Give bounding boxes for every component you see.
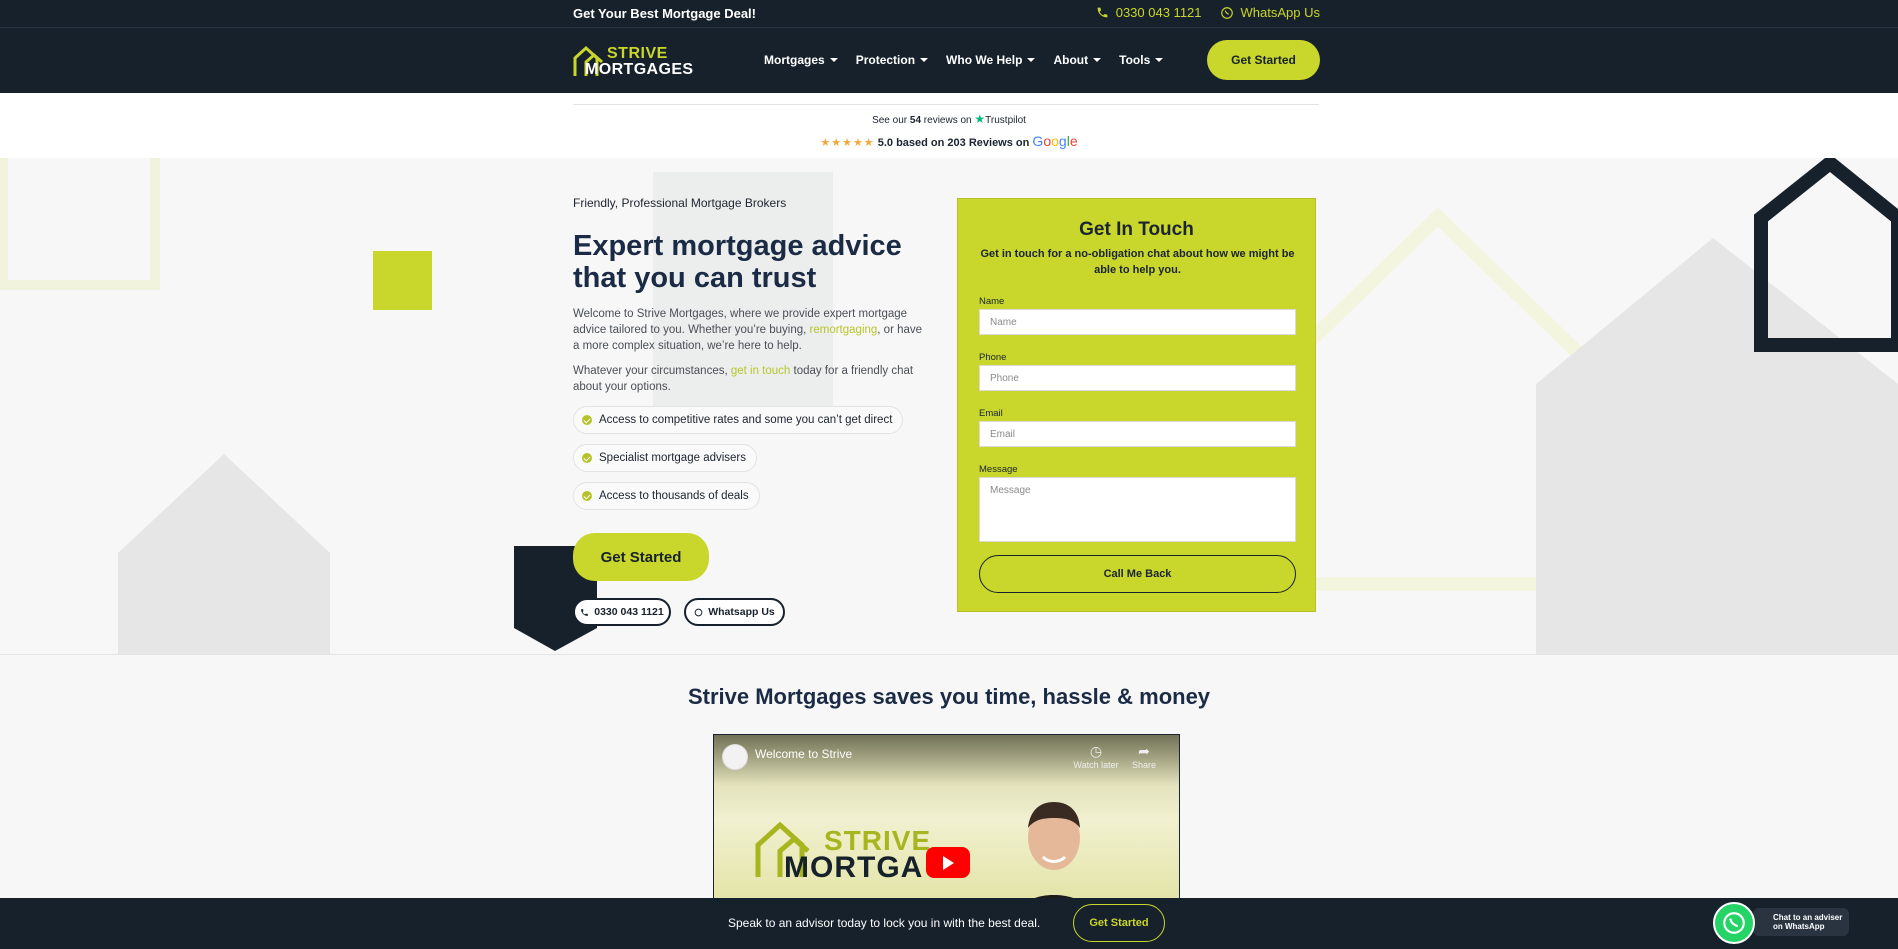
phone-icon	[581, 608, 589, 616]
nav-item-tools[interactable]: Tools	[1119, 53, 1163, 67]
share-button[interactable]: ➦ Share	[1124, 743, 1164, 770]
nav-item-protection[interactable]: Protection	[856, 53, 928, 67]
feature-pill: Access to thousands of deals	[573, 482, 760, 510]
phone-icon	[1097, 7, 1108, 18]
trustpilot-suffix: reviews on	[923, 115, 972, 126]
reviews-strip: See our 54 reviews on ★Trustpilot ★★★★★ …	[0, 93, 1898, 158]
phone-label: Phone	[979, 352, 1007, 363]
hero-contact-text: Whatever your circumstances, get in touc…	[573, 363, 928, 395]
whatsapp-line2: on WhatsApp	[1773, 922, 1825, 931]
watch-later-label: Watch later	[1073, 760, 1119, 770]
top-phone-text: 0330 043 1121	[1115, 5, 1202, 20]
section-title: Strive Mortgages saves you time, hassle …	[687, 684, 1211, 709]
contact-form: Get In Touch Get in touch for a no-oblig…	[957, 198, 1316, 612]
whatsapp-icon	[1220, 6, 1233, 19]
trustpilot-star-icon: ★	[974, 112, 986, 126]
check-icon	[582, 453, 592, 463]
feature-text: Access to competitive rates and some you…	[599, 414, 893, 426]
background-shapes	[0, 158, 1898, 654]
top-bar: Get Your Best Mortgage Deal! 0330 043 11…	[0, 0, 1898, 28]
email-label: Email	[979, 408, 1003, 419]
feature-text: Specialist mortgage advisers	[599, 452, 747, 464]
hero-whatsapp-button[interactable]: Whatsapp Us	[684, 598, 785, 626]
message-textarea[interactable]: Message	[979, 477, 1296, 542]
top-phone-link[interactable]: 0330 043 1121	[1096, 5, 1202, 20]
bottom-cta-bar: Speak to an advisor today to lock you in…	[0, 898, 1898, 949]
whatsapp-icon	[694, 608, 703, 616]
nav-menu: Mortgages Protection Who We Help About T…	[764, 53, 1163, 67]
google-reviews-widget[interactable]: ★★★★★ 5.0 based on 203 Reviews on Google	[0, 133, 1898, 149]
hero-phone-text: 0330 043 1121	[594, 606, 664, 618]
divider	[573, 104, 1319, 105]
top-whatsapp-text: WhatsApp Us	[1240, 5, 1320, 20]
feature-pill: Specialist mortgage advisers	[573, 444, 758, 472]
form-subtitle: Get in touch for a no-obligation chat ab…	[980, 248, 1295, 276]
whatsapp-chat-bubble[interactable]: Chat to an adviser on WhatsApp	[1753, 908, 1849, 936]
hero-section: Friendly, Professional Mortgage Brokers …	[0, 158, 1898, 655]
check-icon	[582, 491, 592, 501]
bottom-bar-message: Speak to an advisor today to lock you in…	[728, 916, 1041, 930]
hero-kicker: Friendly, Professional Mortgage Brokers	[573, 196, 787, 210]
share-label: Share	[1131, 760, 1157, 770]
trustpilot-brand: Trustpilot	[985, 115, 1026, 126]
hero-whatsapp-text: Whatsapp Us	[708, 606, 775, 618]
form-title: Get In Touch	[1079, 219, 1194, 240]
top-whatsapp-link[interactable]: WhatsApp Us	[1220, 5, 1320, 20]
top-contact: 0330 043 1121 WhatsApp Us	[1096, 5, 1320, 20]
site-logo[interactable]: STRIVE MORTGAGES	[573, 44, 695, 78]
clock-icon: ◷	[1089, 743, 1103, 759]
message-label: Message	[979, 464, 1018, 475]
trustpilot-count: 54	[909, 115, 922, 126]
whatsapp-line1: Chat to an adviser	[1773, 913, 1843, 922]
logo-text-bottom: MORTGAGES	[585, 61, 694, 78]
google-logo: Google	[1032, 133, 1078, 149]
video-title[interactable]: Welcome to Strive	[755, 747, 852, 761]
hero-phone-button[interactable]: 0330 043 1121	[573, 598, 671, 626]
channel-avatar[interactable]	[722, 744, 748, 770]
name-label: Name	[979, 296, 1005, 307]
google-rating-text: 5.0 based on 203 Reviews on	[877, 137, 1030, 149]
nav-get-started-button[interactable]: Get Started	[1207, 40, 1320, 80]
trustpilot-prefix: See our	[872, 115, 908, 126]
check-icon	[582, 415, 592, 425]
nav-item-about[interactable]: About	[1053, 53, 1101, 67]
email-input[interactable]: Email	[979, 421, 1296, 447]
google-stars: ★★★★★	[820, 137, 875, 149]
nav-item-mortgages[interactable]: Mortgages	[764, 53, 838, 67]
phone-input[interactable]: Phone	[979, 365, 1296, 391]
whatsapp-float-icon[interactable]	[1713, 902, 1755, 944]
main-nav: STRIVE MORTGAGES Mortgages Protection Wh…	[0, 28, 1898, 93]
hero-contact-text-a: Whatever your circumstances,	[573, 365, 731, 377]
call-me-back-button[interactable]: Call Me Back	[979, 555, 1296, 593]
hero-intro: Welcome to Strive Mortgages, where we pr…	[573, 306, 928, 354]
nav-item-who-we-help[interactable]: Who We Help	[946, 53, 1035, 67]
feature-pill: Access to competitive rates and some you…	[573, 406, 904, 434]
name-input[interactable]: Name	[979, 309, 1296, 335]
get-in-touch-link[interactable]: get in touch	[731, 365, 790, 377]
whatsapp-icon	[1723, 912, 1745, 934]
share-icon: ➦	[1138, 743, 1150, 759]
feature-text: Access to thousands of deals	[599, 490, 749, 502]
hero-get-started-button[interactable]: Get Started	[573, 533, 709, 581]
whatsapp-chat-widget[interactable]: Chat to an adviser on WhatsApp	[1713, 902, 1849, 944]
remortgaging-link[interactable]: remortgaging	[810, 324, 878, 336]
hero-title: Expert mortgage advice that you can trus…	[573, 230, 902, 294]
play-button[interactable]	[926, 847, 970, 878]
bottom-get-started-button[interactable]: Get Started	[1073, 904, 1165, 942]
trustpilot-widget[interactable]: See our 54 reviews on ★Trustpilot	[0, 112, 1898, 126]
watch-later-button[interactable]: ◷ Watch later	[1071, 743, 1121, 770]
logo-text-top: STRIVE	[607, 45, 668, 62]
promo-text: Get Your Best Mortgage Deal!	[573, 6, 756, 21]
